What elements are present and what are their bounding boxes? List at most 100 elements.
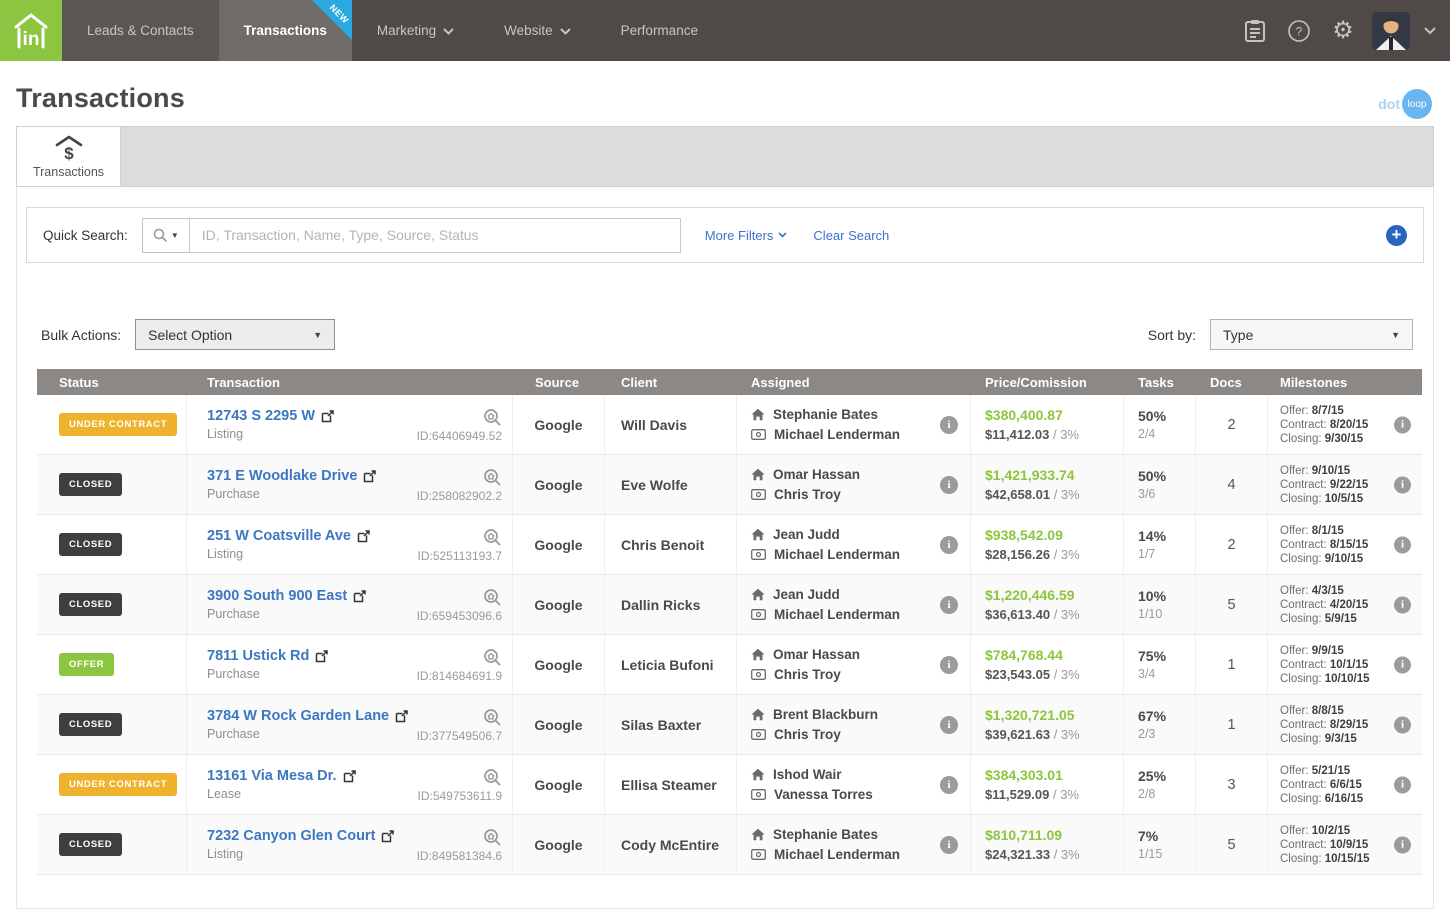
table-row: CLOSED 251 W Coatsville Ave Listing — [37, 515, 1422, 575]
status-badge: CLOSED — [59, 713, 122, 736]
external-link-icon[interactable] — [315, 650, 328, 663]
gear-icon[interactable]: ⚙ — [1328, 16, 1358, 46]
client-cell: Dallin Ricks — [605, 575, 737, 634]
info-icon[interactable]: i — [1394, 716, 1411, 733]
milestones-cell: Offer: 5/21/15 Contract: 6/6/15 Closing:… — [1268, 755, 1419, 814]
transaction-address-link[interactable]: 12743 S 2295 W — [207, 408, 315, 424]
source-cell: Google — [513, 515, 605, 574]
external-link-icon[interactable] — [381, 830, 394, 843]
info-icon[interactable]: i — [940, 536, 958, 554]
offer-date: 8/8/15 — [1312, 705, 1344, 717]
contract-label: Contract: — [1280, 479, 1327, 491]
property-search-icon[interactable] — [483, 588, 502, 607]
info-icon[interactable]: i — [1394, 596, 1411, 613]
table-row: UNDER CONTRACT 13161 Via Mesa Dr. Lease — [37, 755, 1422, 815]
header-milestones[interactable]: Milestones — [1268, 375, 1419, 390]
property-search-icon[interactable] — [483, 828, 502, 847]
clear-search-link[interactable]: Clear Search — [813, 228, 889, 243]
nav-item-performance[interactable]: Performance — [596, 0, 723, 61]
transaction-address-link[interactable]: 3900 South 900 East — [207, 588, 347, 604]
external-link-icon[interactable] — [321, 410, 334, 423]
property-search-icon[interactable] — [483, 708, 502, 727]
transaction-type: Listing — [207, 547, 370, 561]
external-link-icon[interactable] — [343, 770, 356, 783]
info-icon[interactable]: i — [940, 596, 958, 614]
contract-date: 6/6/15 — [1330, 779, 1362, 791]
transaction-address-link[interactable]: 7232 Canyon Glen Court — [207, 828, 375, 844]
user-avatar[interactable] — [1372, 12, 1410, 50]
info-icon[interactable]: i — [940, 716, 958, 734]
docs-count: 1 — [1227, 717, 1235, 733]
header-tasks[interactable]: Tasks — [1124, 375, 1196, 390]
external-link-icon[interactable] — [395, 710, 408, 723]
external-link-icon[interactable] — [353, 590, 366, 603]
status-badge: UNDER CONTRACT — [59, 413, 177, 436]
header-client[interactable]: Client — [605, 375, 737, 390]
transaction-address-link[interactable]: 7811 Ustick Rd — [207, 648, 309, 664]
header-docs[interactable]: Docs — [1196, 375, 1268, 390]
nav-item-transactions[interactable]: Transactions NEW — [219, 0, 352, 61]
tab-transactions[interactable]: $ Transactions — [17, 127, 121, 186]
header-price-commission[interactable]: Price/Comission — [971, 375, 1124, 390]
nav-item-marketing[interactable]: Marketing — [352, 0, 479, 61]
header-status[interactable]: Status — [37, 375, 187, 390]
tab-strip: $ Transactions — [16, 126, 1434, 186]
commission-value: $11,412.03 — [985, 427, 1049, 442]
assigned-lender: Michael Lenderman — [774, 847, 900, 862]
info-icon[interactable]: i — [940, 416, 958, 434]
caret-down-icon — [778, 232, 787, 238]
bulk-actions-select[interactable]: Select Option ▼ — [135, 319, 335, 350]
info-icon[interactable]: i — [940, 836, 958, 854]
property-search-icon[interactable] — [483, 768, 502, 787]
header-source[interactable]: Source — [513, 375, 605, 390]
transaction-cell: 12743 S 2295 W Listing — [187, 395, 513, 454]
tasks-percent: 50% — [1138, 468, 1166, 484]
transaction-address-link[interactable]: 371 E Woodlake Drive — [207, 468, 357, 484]
info-icon[interactable]: i — [1394, 776, 1411, 793]
info-icon[interactable]: i — [1394, 476, 1411, 493]
app-logo[interactable]: in — [0, 0, 62, 61]
help-icon[interactable]: ? — [1284, 16, 1314, 46]
source-cell: Google — [513, 635, 605, 694]
header-transaction[interactable]: Transaction — [187, 375, 513, 390]
tasks-percent: 10% — [1138, 588, 1166, 604]
assigned-lender: Michael Lenderman — [774, 607, 900, 622]
tasks-cell: 10% 1/10 — [1124, 575, 1196, 634]
info-icon[interactable]: i — [940, 776, 958, 794]
add-transaction-button[interactable]: + — [1386, 225, 1407, 246]
clipboard-icon[interactable] — [1240, 16, 1270, 46]
property-search-icon[interactable] — [483, 528, 502, 547]
transaction-address-link[interactable]: 251 W Coatsville Ave — [207, 528, 351, 544]
page-head: Transactions dot loop — [0, 61, 1450, 114]
commission-value: $24,321.33 — [985, 847, 1050, 862]
status-badge: CLOSED — [59, 833, 122, 856]
info-icon[interactable]: i — [940, 476, 958, 494]
bulk-actions-label: Bulk Actions: — [41, 327, 121, 343]
info-icon[interactable]: i — [1394, 836, 1411, 853]
search-input[interactable] — [189, 218, 681, 253]
nav-item-leads-contacts[interactable]: Leads & Contacts — [62, 0, 219, 61]
tasks-cell: 14% 1/7 — [1124, 515, 1196, 574]
sort-by-select[interactable]: Type ▼ — [1210, 319, 1413, 350]
transaction-address-link[interactable]: 3784 W Rock Garden Lane — [207, 708, 389, 724]
more-filters-link[interactable]: More Filters — [705, 228, 788, 243]
info-icon[interactable]: i — [940, 656, 958, 674]
transaction-address-link[interactable]: 13161 Via Mesa Dr. — [207, 768, 337, 784]
header-assigned[interactable]: Assigned — [737, 375, 971, 390]
search-mode-dropdown[interactable]: ▼ — [142, 218, 189, 253]
property-search-icon[interactable] — [483, 408, 502, 427]
external-link-icon[interactable] — [357, 530, 370, 543]
nav-item-website[interactable]: Website — [479, 0, 596, 61]
tasks-percent: 50% — [1138, 408, 1166, 424]
property-search-icon[interactable] — [483, 468, 502, 487]
info-icon[interactable]: i — [1394, 416, 1411, 433]
tasks-cell: 7% 1/15 — [1124, 815, 1196, 874]
info-icon[interactable]: i — [1394, 536, 1411, 553]
account-chevron-icon[interactable] — [1424, 27, 1436, 35]
external-link-icon[interactable] — [363, 470, 376, 483]
transaction-cell: 13161 Via Mesa Dr. Lease — [187, 755, 513, 814]
price-commission-cell: $384,303.01 $11,529.09 / 3% — [971, 755, 1124, 814]
transaction-id: ID:549753611.9 — [417, 789, 502, 803]
info-icon[interactable]: i — [1394, 656, 1411, 673]
property-search-icon[interactable] — [483, 648, 502, 667]
